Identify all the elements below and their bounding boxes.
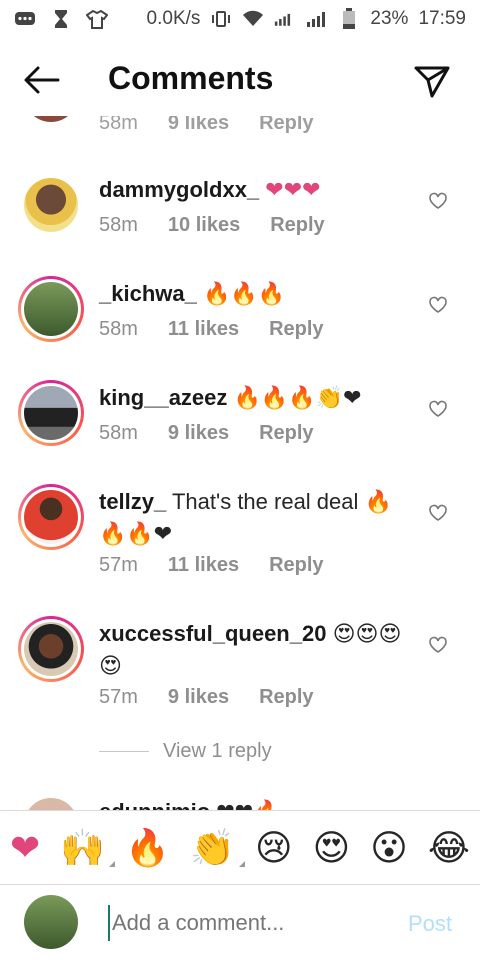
comment-time: 58m <box>99 422 138 444</box>
comment-meta: 58m 10 likes Reply <box>99 214 325 237</box>
comment-text: dammygoldxx_ ❤❤❤ <box>99 174 419 206</box>
shirt-icon <box>86 9 108 29</box>
username[interactable]: tellzy_ <box>99 489 166 514</box>
comment-list[interactable]: 58m 9 likes Reply dammygoldxx_ ❤❤❤ 58m 1… <box>0 100 480 810</box>
wifi-icon <box>242 10 264 28</box>
post-button[interactable]: Post <box>408 911 452 937</box>
comment-text: tellzy_ That's the real deal 🔥🔥🔥❤ <box>99 486 419 550</box>
reply-button[interactable]: Reply <box>269 554 323 577</box>
comment-text: edunnimio ❤❤🔥 <box>99 796 419 810</box>
emoji-heart-eyes-button[interactable]: 😍 <box>313 827 351 869</box>
comment-meta: 57m 9 likes Reply <box>99 686 314 709</box>
battery-level: 23% <box>370 8 409 29</box>
comment-likes[interactable]: 9 likes <box>168 686 229 709</box>
emoji-heart-button[interactable]: ❤ <box>10 827 40 869</box>
comment-likes[interactable]: 10 likes <box>168 214 240 237</box>
emoji-laughing-button[interactable]: 😂 <box>428 827 470 869</box>
emoji-clap-button[interactable]: 👏 <box>190 826 245 869</box>
emoji-clap-glyph: 👏 <box>190 826 235 868</box>
hourglass-icon <box>50 10 72 28</box>
comment-input[interactable] <box>108 905 388 941</box>
signal-icon <box>274 10 296 28</box>
emoji-raised-hands-button[interactable]: 🙌 <box>60 826 116 869</box>
emoji-fire-button[interactable]: 🔥 <box>125 827 170 869</box>
comment-emojis: ❤❤🔥 <box>216 799 280 810</box>
comment-text: _kichwa_ 🔥🔥🔥 <box>99 278 419 310</box>
battery-icon <box>338 8 360 29</box>
comment-emojis: 🔥🔥🔥👏❤ <box>233 385 362 410</box>
username[interactable]: _kichwa_ <box>99 281 197 306</box>
comment-time: 57m <box>99 554 138 576</box>
comment-time: 58m <box>99 318 138 340</box>
clock: 17:59 <box>418 8 466 29</box>
comment-likes[interactable]: 11 likes <box>168 318 239 341</box>
comment-meta: 57m 11 likes Reply <box>99 554 324 577</box>
skin-tone-indicator <box>238 860 245 867</box>
skin-tone-indicator <box>109 860 116 867</box>
emoji-crying-button[interactable]: 😢 <box>255 827 293 869</box>
vibrate-icon <box>210 10 232 28</box>
comment-time: 58m <box>99 214 138 236</box>
like-heart-icon[interactable] <box>428 192 448 210</box>
reply-button[interactable]: Reply <box>270 214 324 237</box>
page-title: Comments <box>108 60 274 96</box>
avatar <box>24 386 78 440</box>
network-speed: 0.0K/s <box>146 8 201 29</box>
reply-button[interactable]: Reply <box>269 318 323 341</box>
avatar <box>24 282 78 336</box>
like-heart-icon[interactable] <box>428 636 448 654</box>
emoji-raised-hands-glyph: 🙌 <box>60 826 106 868</box>
avatar[interactable] <box>24 178 78 232</box>
comment-emojis: 🔥🔥🔥 <box>202 281 286 306</box>
reply-button[interactable]: Reply <box>259 422 313 445</box>
back-arrow-icon[interactable] <box>22 62 62 98</box>
signal-icon-2 <box>306 10 328 28</box>
reply-button[interactable]: Reply <box>259 686 313 709</box>
comment-body: That's the real deal <box>171 489 359 514</box>
comment-emojis: ❤❤❤ <box>265 177 321 202</box>
comment-meta: 58m 11 likes Reply <box>99 318 324 341</box>
view-replies-button[interactable]: View 1 reply <box>99 740 272 763</box>
avatar <box>24 490 78 544</box>
comment-time: 57m <box>99 686 138 708</box>
comment-composer: Post <box>0 884 480 960</box>
avatar-story-ring[interactable] <box>18 380 84 446</box>
username[interactable]: king__azeez <box>99 385 227 410</box>
avatar-story-ring[interactable] <box>18 276 84 342</box>
comment-likes[interactable]: 9 likes <box>168 422 229 445</box>
view-replies-label: View 1 reply <box>163 740 272 762</box>
avatar[interactable] <box>24 798 78 810</box>
like-heart-icon[interactable] <box>428 504 448 522</box>
emoji-surprised-button[interactable]: 😮 <box>370 827 408 869</box>
comment-text: king__azeez 🔥🔥🔥👏❤ <box>99 382 419 414</box>
send-icon[interactable] <box>412 60 452 100</box>
username[interactable]: edunnimio <box>99 799 210 810</box>
like-heart-icon[interactable] <box>428 400 448 418</box>
username[interactable]: xuccessful_queen_20 <box>99 621 326 646</box>
status-bar: 0.0K/s 23% 17:59 <box>0 0 480 38</box>
comment-text: xuccessful_queen_20 😍😍😍😍 <box>99 618 419 682</box>
comment-meta: 58m 9 likes Reply <box>99 422 314 445</box>
avatar <box>24 622 78 676</box>
username[interactable]: dammygoldxx_ <box>99 177 259 202</box>
avatar <box>24 895 78 949</box>
avatar-story-ring[interactable] <box>18 616 84 682</box>
like-heart-icon[interactable] <box>428 296 448 314</box>
header: Comments <box>0 44 480 116</box>
comment-likes[interactable]: 11 likes <box>168 554 239 577</box>
chat-icon <box>14 10 36 28</box>
divider <box>99 751 149 752</box>
avatar-story-ring[interactable] <box>18 484 84 550</box>
quick-emoji-bar: ❤ 🙌 🔥 👏 😢 😍 😮 😂 <box>0 810 480 884</box>
